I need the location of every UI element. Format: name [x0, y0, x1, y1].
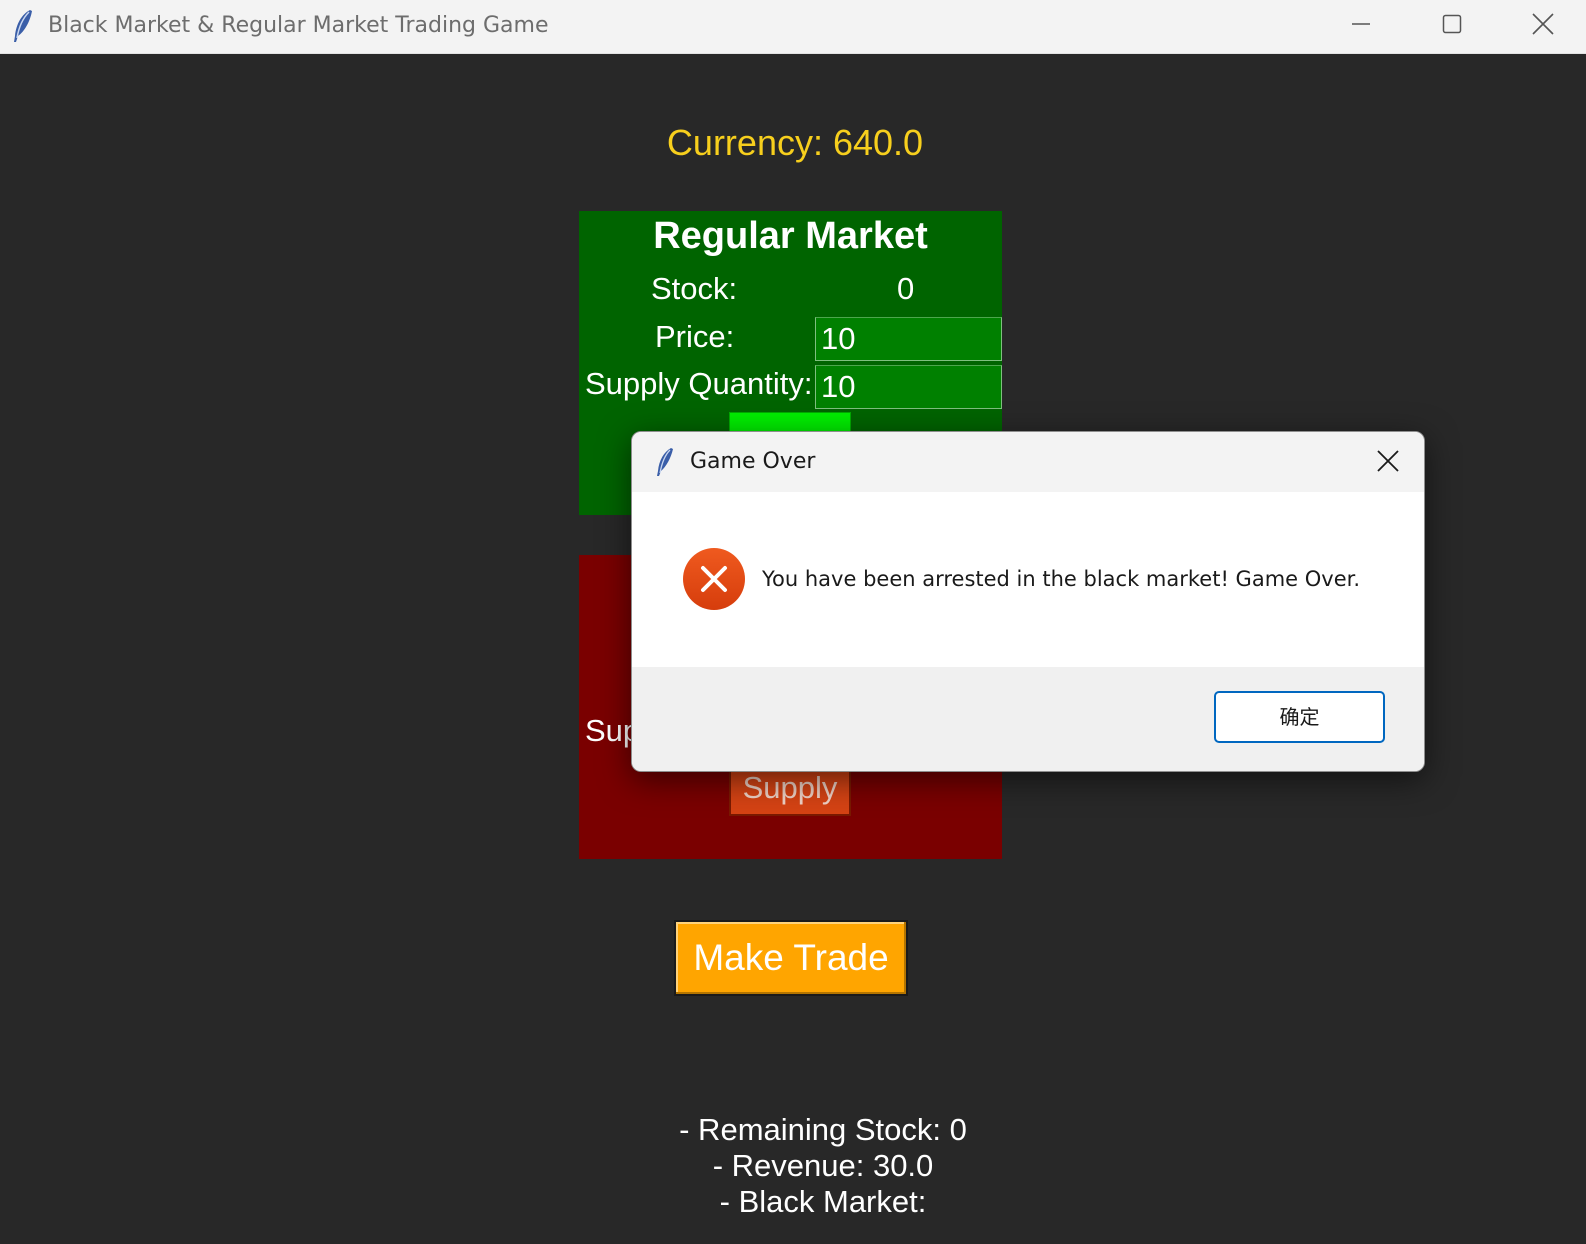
- price-input[interactable]: 10: [815, 317, 1002, 361]
- stock-value: 0: [897, 271, 915, 306]
- supply-quantity-input[interactable]: 10: [815, 365, 1002, 409]
- stock-label: Stock:: [651, 271, 738, 306]
- summary-black-market: - Black Market:: [719, 1184, 927, 1219]
- minimize-icon: [1352, 23, 1370, 25]
- price-label: Price:: [655, 319, 735, 354]
- minimize-button[interactable]: [1316, 0, 1406, 48]
- make-trade-button[interactable]: Make Trade: [674, 920, 908, 996]
- feather-icon: [14, 10, 32, 42]
- close-window-button[interactable]: [1498, 0, 1586, 48]
- ok-button[interactable]: 确定: [1214, 691, 1385, 743]
- currency-text: Currency: 640.0: [666, 122, 924, 163]
- summary-remaining-stock: - Remaining Stock: 0: [679, 1112, 967, 1147]
- close-icon: [1377, 450, 1399, 472]
- feather-icon: [657, 448, 673, 476]
- maximize-icon: [1442, 14, 1462, 34]
- supply-quantity-label: Supply Quantity:: [585, 366, 813, 401]
- trade-summary: - Remaining Stock: 0 - Revenue: 30.0 - B…: [0, 1112, 1586, 1220]
- summary-revenue: - Revenue: 30.0: [712, 1148, 934, 1183]
- dialog-titlebar: Game Over: [632, 432, 1424, 492]
- black-supply-button[interactable]: Supply: [729, 766, 851, 816]
- window-title: Black Market & Regular Market Trading Ga…: [48, 13, 549, 38]
- dialog-close-button[interactable]: [1352, 432, 1424, 490]
- dialog-message: You have been arrested in the black mark…: [762, 567, 1360, 591]
- dialog-title: Game Over: [690, 449, 816, 474]
- regular-market-title: Regular Market: [653, 215, 928, 257]
- game-over-dialog: Game Over You have been arrested in the …: [631, 431, 1425, 772]
- maximize-button[interactable]: [1407, 0, 1497, 48]
- error-icon: [683, 548, 745, 610]
- close-icon: [1532, 13, 1554, 35]
- dialog-body: You have been arrested in the black mark…: [632, 492, 1424, 667]
- currency-label: Currency: 640.0: [0, 122, 1586, 164]
- window-titlebar: Black Market & Regular Market Trading Ga…: [0, 0, 1586, 54]
